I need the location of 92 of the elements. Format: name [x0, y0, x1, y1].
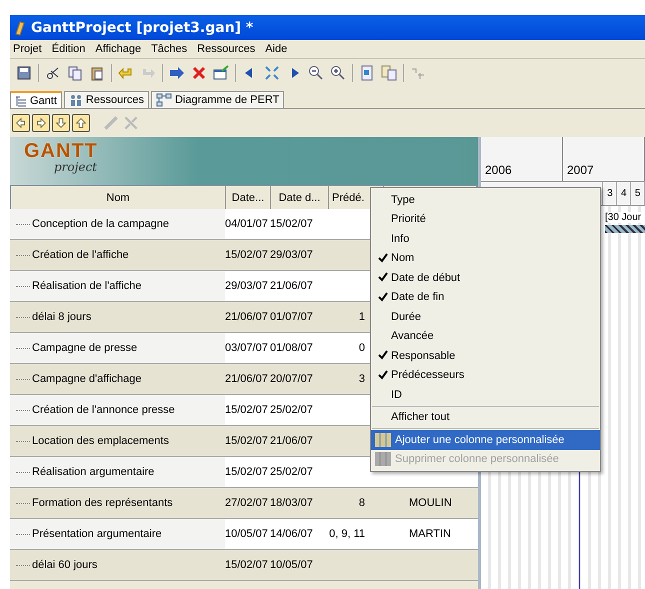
delete-icon[interactable]	[191, 64, 207, 80]
menu-item[interactable]: Ressources	[194, 43, 262, 55]
network-icon	[156, 93, 172, 107]
task-name: Location des emplacements	[10, 426, 225, 456]
tab[interactable]: Ressources	[64, 91, 149, 108]
window-title: GanttProject [projet3.gan] *	[31, 20, 254, 36]
zoom-out-icon[interactable]	[308, 64, 324, 80]
task-name: Formation des représentants	[10, 488, 225, 518]
start-date: 15/02/07	[225, 435, 269, 447]
end-date: 01/08/07	[270, 342, 314, 354]
menu-option[interactable]: Responsable	[371, 346, 600, 366]
task-name: Réalisation de l'affiche	[10, 271, 225, 301]
predecessors: 0	[358, 342, 366, 354]
task-bar[interactable]	[605, 225, 645, 233]
task-name: Campagne de presse	[10, 333, 225, 363]
menu-option[interactable]: Info	[371, 229, 600, 248]
app-icon	[14, 20, 26, 36]
cut-icon[interactable]	[45, 64, 61, 80]
task-name: Création de l'annonce presse	[10, 395, 225, 425]
predecessors: 1	[358, 311, 366, 323]
start-date: 10/05/07	[225, 528, 269, 540]
start-date: 03/07/07	[225, 342, 269, 354]
menu-option[interactable]: Date de début	[371, 268, 600, 288]
menu-option[interactable]: Durée	[371, 307, 600, 326]
menu-option[interactable]: ID	[371, 385, 600, 404]
table-columns-icon	[375, 432, 391, 447]
end-date: 01/07/07	[270, 311, 314, 323]
end-date: 21/06/07	[270, 435, 314, 447]
start-date: 15/02/07	[225, 466, 269, 478]
menu-option[interactable]: Prédécesseurs	[371, 366, 600, 385]
menu-item[interactable]: Aide	[262, 43, 294, 55]
predecessors: 0, 9, 11	[328, 528, 366, 540]
menu-option[interactable]: Date de fin	[371, 288, 600, 307]
tab[interactable]: Gantt	[10, 91, 62, 108]
right-arrow-icon[interactable]	[169, 64, 185, 80]
bar-label: [30 Jour	[605, 212, 642, 223]
menu-option[interactable]: Priorité	[371, 210, 600, 229]
menu-option[interactable]: Nom	[371, 248, 600, 268]
menu-option[interactable]: Avancée	[371, 326, 600, 346]
resource-name: MOULIN	[408, 497, 453, 509]
collapse-icon[interactable]	[264, 64, 280, 80]
end-date: 29/03/07	[270, 249, 314, 261]
year-label: 2006	[481, 137, 563, 181]
end-date: 10/05/07	[270, 559, 314, 571]
save-icon[interactable]	[16, 64, 32, 80]
documents-icon[interactable]	[381, 64, 397, 80]
predecessors: 3	[358, 373, 366, 385]
paste-icon[interactable]	[89, 64, 105, 80]
start-date: 15/02/07	[225, 559, 269, 571]
menu-option[interactable]: Afficher tout	[371, 408, 600, 427]
start-date: 15/02/07	[225, 404, 269, 416]
tab[interactable]: Diagramme de PERT	[150, 91, 284, 108]
end-date: 14/06/07	[270, 528, 314, 540]
start-date: 15/02/07	[225, 249, 269, 261]
task-name: Création de l'affiche	[10, 240, 225, 270]
start-date: 21/06/07	[225, 373, 269, 385]
menu-item[interactable]: Projet	[10, 43, 49, 55]
end-date: 21/06/07	[270, 280, 314, 292]
menu-option[interactable]: Ajouter une colonne personnalisée	[371, 430, 600, 450]
resource-name: MARTIN	[408, 528, 452, 540]
year-label: 2007	[563, 137, 645, 181]
task-name: délai 8 jours	[10, 302, 225, 332]
end-date: 25/02/07	[270, 404, 314, 416]
document-icon[interactable]	[359, 64, 375, 80]
menu-item[interactable]: Tâches	[148, 43, 194, 55]
menu-item[interactable]: Affichage	[92, 43, 148, 55]
end-date: 15/02/07	[270, 218, 314, 230]
end-date: 18/03/07	[270, 497, 314, 509]
start-date: 29/03/07	[225, 280, 269, 292]
copy-icon[interactable]	[67, 64, 83, 80]
menu-item[interactable]: Édition	[48, 43, 92, 55]
people-icon	[68, 93, 83, 107]
edit-window-icon[interactable]	[213, 64, 229, 80]
logo-subtext: project	[54, 161, 98, 173]
task-name: Présentation argumentaire	[10, 519, 225, 549]
end-date: 20/07/07	[270, 373, 314, 385]
end-date: 25/02/07	[270, 466, 314, 478]
table-columns-icon	[375, 452, 391, 466]
start-date: 04/01/07	[225, 218, 269, 230]
start-date: 21/06/07	[225, 311, 269, 323]
task-name: Campagne d'affichage	[10, 364, 225, 394]
task-name: Réalisation argumentaire	[10, 457, 225, 487]
day-label: 5	[631, 182, 645, 205]
start-date: 27/02/07	[225, 497, 269, 509]
day-label: 3	[603, 182, 618, 205]
logo-text: GANTT	[24, 141, 99, 161]
task-name: délai 60 jours	[10, 550, 225, 580]
task-name: Conception de la campagne	[10, 209, 225, 239]
tree-icon	[15, 94, 27, 106]
predecessors: 8	[358, 497, 366, 509]
zoom-in-icon[interactable]	[330, 64, 346, 80]
day-label: 4	[617, 182, 632, 205]
